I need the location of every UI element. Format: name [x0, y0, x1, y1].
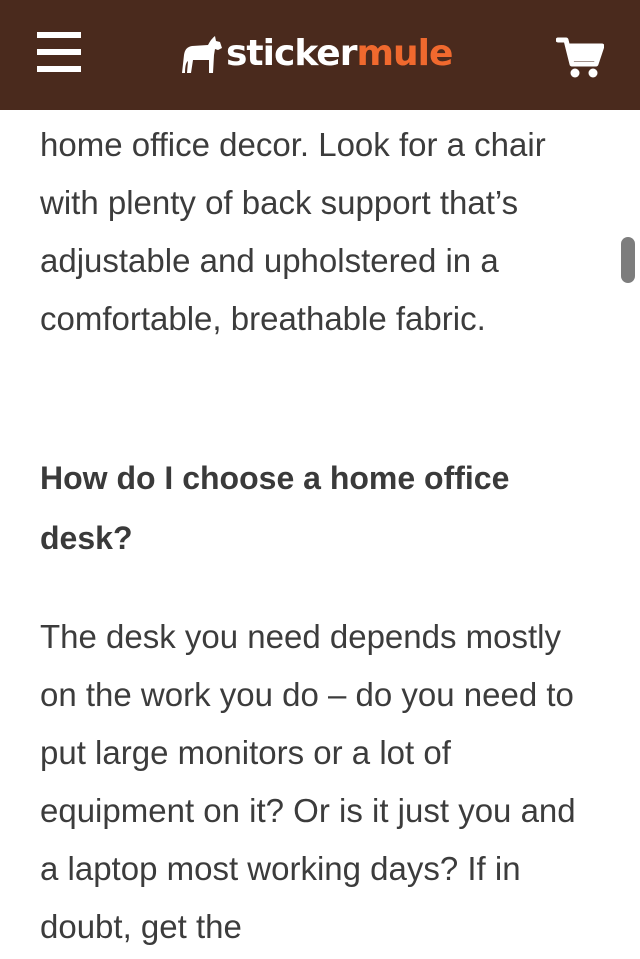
- article-paragraph: The desk you need depends mostly on the …: [40, 618, 576, 945]
- scrollbar-thumb[interactable]: [621, 237, 635, 283]
- logo-wordmark: stickermule: [226, 33, 453, 74]
- mule-icon: [182, 36, 222, 73]
- menu-bar: [37, 32, 81, 38]
- menu-bar: [37, 66, 81, 72]
- site-header: stickermule: [0, 0, 640, 110]
- shopping-cart-icon[interactable]: [555, 36, 605, 80]
- logo-text-sticker: sticker: [226, 33, 357, 74]
- stickermule-logo[interactable]: stickermule: [180, 26, 453, 82]
- menu-bar: [37, 49, 81, 55]
- article-paragraph: home office decor. Look for a chair with…: [40, 126, 546, 337]
- hamburger-menu-icon[interactable]: [37, 32, 81, 72]
- logo-text-mule: mule: [356, 33, 453, 74]
- section-heading: How do I choose a home office desk?: [40, 460, 510, 556]
